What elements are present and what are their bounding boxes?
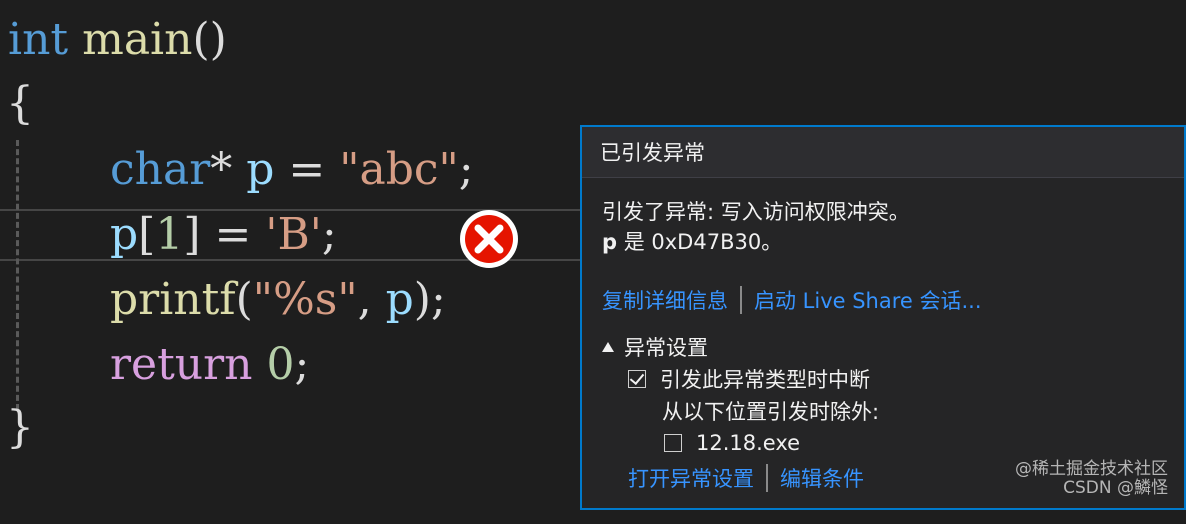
break-on-exception-row[interactable]: 引发此异常类型时中断 xyxy=(602,363,879,395)
link-separator xyxy=(740,286,742,314)
exception-variable-name: p xyxy=(602,230,618,254)
token-punctuation: [ xyxy=(138,209,156,260)
break-on-exception-checkbox[interactable] xyxy=(628,370,646,388)
token-string: "abc" xyxy=(339,144,459,195)
exe-exception-label: 12.18.exe xyxy=(696,431,801,455)
code-line-5: printf("%s", p); xyxy=(110,268,446,332)
edit-conditions-link[interactable]: 编辑条件 xyxy=(780,463,864,493)
exception-popup[interactable]: 已引发异常 引发了异常: 写入访问权限冲突。 p 是 0xD47B30。 复制详… xyxy=(580,125,1186,510)
token-punctuation: ; xyxy=(458,144,474,195)
token-punctuation: ; xyxy=(294,339,310,390)
token-variable: p xyxy=(246,144,275,195)
collapse-triangle-icon[interactable] xyxy=(602,342,614,352)
token-variable: p xyxy=(110,209,139,260)
code-line-2: { xyxy=(6,72,34,136)
exception-settings-title: 异常设置 xyxy=(624,336,708,360)
exception-settings: 异常设置 引发此异常类型时中断 从以下位置引发时除外: 12.18.exe xyxy=(602,331,879,459)
token-punctuation: * xyxy=(210,144,247,195)
token-keyword: int xyxy=(8,14,69,65)
link-separator xyxy=(766,464,768,492)
exception-popup-header: 已引发异常 xyxy=(582,127,1184,178)
code-line-7: } xyxy=(6,396,34,460)
token-punctuation: () xyxy=(192,14,227,65)
exception-address: 是 0xD47B30。 xyxy=(617,230,783,254)
token-punctuation: , xyxy=(357,274,386,325)
exception-title: 已引发异常 xyxy=(600,141,705,165)
token-number: 1 xyxy=(155,209,184,260)
exception-links: 复制详细信息 启动 Live Share 会话... xyxy=(602,285,982,315)
watermark-line1: @稀土掘金技术社区 xyxy=(1015,459,1168,479)
code-line-4: p[1] = 'B'; xyxy=(110,203,337,267)
exe-exception-checkbox[interactable] xyxy=(664,434,682,452)
exception-message-line2: p 是 0xD47B30。 xyxy=(602,227,910,257)
break-on-exception-label: 引发此异常类型时中断 xyxy=(660,368,870,392)
code-line-6: return 0; xyxy=(110,333,309,397)
token-char-literal: 'B' xyxy=(265,209,322,260)
token-number: 0 xyxy=(266,339,295,390)
token-brace-open: { xyxy=(6,78,34,129)
watermark-line2: CSDN @鱗怪 xyxy=(1063,478,1168,498)
indent-guide xyxy=(16,140,19,410)
token-punctuation: = xyxy=(274,144,340,195)
except-from-row: 从以下位置引发时除外: xyxy=(602,395,879,427)
exception-settings-header[interactable]: 异常设置 xyxy=(602,331,879,363)
exception-settings-links: 打开异常设置 编辑条件 xyxy=(628,463,864,493)
token-brace-close: } xyxy=(6,402,34,453)
exception-message-line1: 引发了异常: 写入访问权限冲突。 xyxy=(602,200,910,224)
exe-exception-row[interactable]: 12.18.exe xyxy=(602,427,879,459)
exception-message: 引发了异常: 写入访问权限冲突。 p 是 0xD47B30。 xyxy=(602,197,910,257)
token-function: printf xyxy=(110,274,236,325)
code-line-3: char* p = "abc"; xyxy=(110,138,474,202)
token-string: "%s" xyxy=(252,274,358,325)
token-punctuation: ); xyxy=(413,274,446,325)
error-icon[interactable] xyxy=(458,208,520,270)
token-function: main xyxy=(82,14,193,65)
watermark: @稀土掘金技术社区 CSDN @鱗怪 xyxy=(1015,460,1168,498)
open-exception-settings-link[interactable]: 打开异常设置 xyxy=(628,463,754,493)
token-keyword-return: return xyxy=(110,339,253,390)
token-variable: p xyxy=(385,274,414,325)
token-punctuation: ; xyxy=(321,209,337,260)
token-punctuation: ( xyxy=(235,274,253,325)
token-keyword: char xyxy=(110,144,211,195)
live-share-link[interactable]: 启动 Live Share 会话... xyxy=(754,285,982,315)
token-punctuation: ] = xyxy=(183,209,266,260)
except-from-label: 从以下位置引发时除外: xyxy=(662,400,880,424)
code-line-1: int main() xyxy=(8,8,227,72)
copy-details-link[interactable]: 复制详细信息 xyxy=(602,285,728,315)
